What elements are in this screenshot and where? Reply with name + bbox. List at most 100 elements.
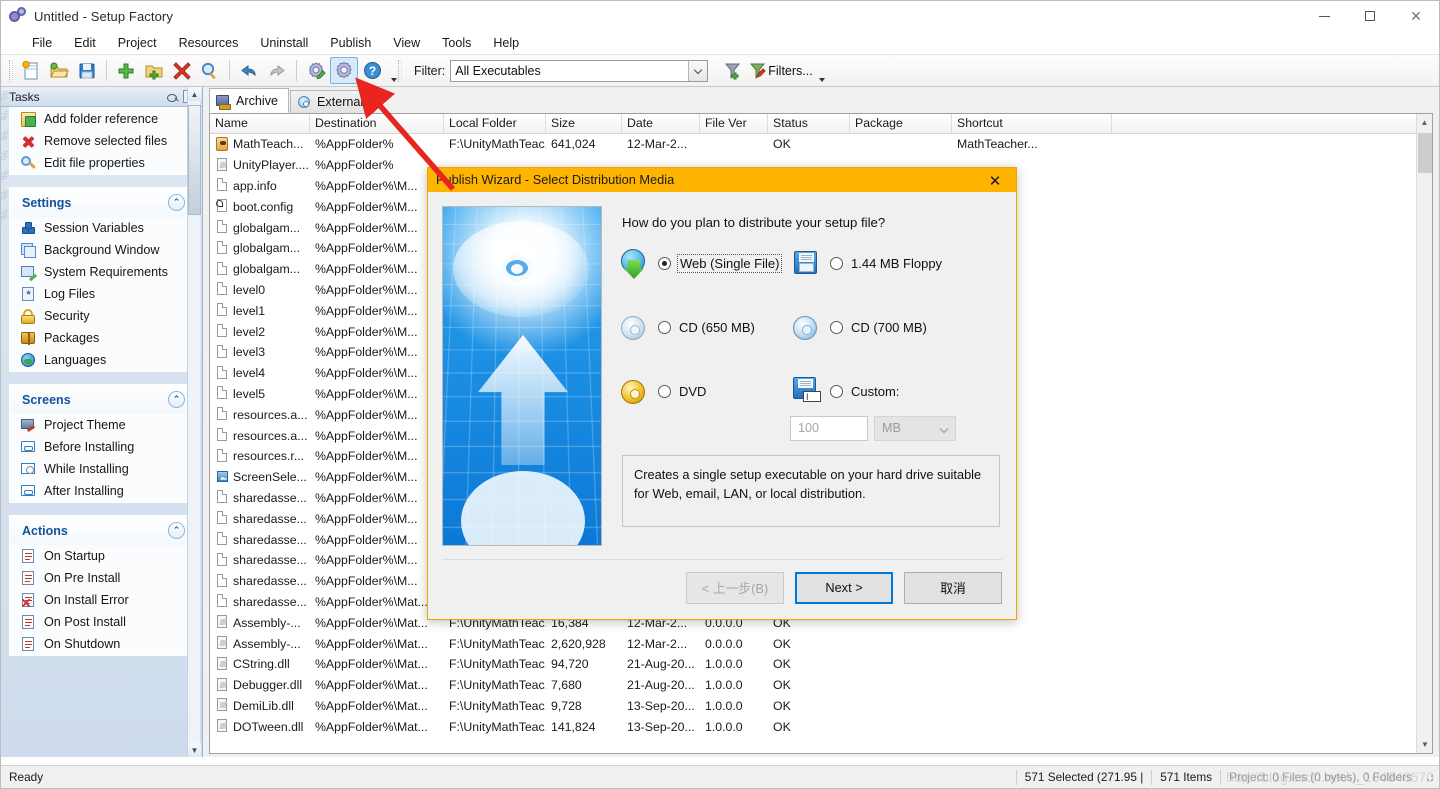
- build-settings-button[interactable]: [302, 57, 330, 84]
- column-header-file-ver[interactable]: File Ver: [700, 114, 768, 133]
- menu-publish[interactable]: Publish: [319, 34, 382, 52]
- radio-dvd[interactable]: [658, 385, 671, 399]
- column-header-date[interactable]: Date: [622, 114, 700, 133]
- sidebar-item-security[interactable]: Security: [10, 305, 191, 327]
- tasks-scrollbar[interactable]: ▲ ▼: [187, 87, 201, 757]
- toolbar-grip-2[interactable]: [398, 59, 402, 82]
- resize-grip-icon[interactable]: [1422, 770, 1436, 784]
- menu-resources[interactable]: Resources: [168, 34, 250, 52]
- sidebar-item-system-requirements[interactable]: System Requirements: [10, 261, 191, 283]
- file-list-scrollbar-thumb[interactable]: [1418, 133, 1432, 173]
- publish-wizard-button[interactable]: [330, 57, 358, 84]
- menu-project[interactable]: Project: [107, 34, 168, 52]
- tasks-scrollbar-thumb[interactable]: [188, 105, 201, 215]
- option-custom[interactable]: Custom:: [790, 376, 1002, 407]
- undo-button[interactable]: [235, 57, 263, 84]
- option-floppy[interactable]: 1.44 MB Floppy: [790, 249, 1002, 279]
- option-cd-700[interactable]: CD (700 MB): [790, 313, 1002, 343]
- table-row[interactable]: MathTeach... %AppFolder% F:\UnityMathTeac.…: [210, 134, 1432, 155]
- column-header-local-folder[interactable]: Local Folder: [444, 114, 546, 133]
- radio-floppy[interactable]: [830, 257, 843, 271]
- menu-file[interactable]: File: [21, 34, 63, 52]
- pin-icon[interactable]: [164, 89, 180, 104]
- radio-web[interactable]: [658, 257, 671, 271]
- table-row[interactable]: DOTween.dll %AppFolder%\Mat... F:\UnityMat…: [210, 716, 1432, 737]
- column-header-size[interactable]: Size: [546, 114, 622, 133]
- filter-combobox[interactable]: All Executables: [450, 59, 709, 82]
- filters-overflow-icon[interactable]: [819, 78, 825, 82]
- table-row[interactable]: Debugger.dll %AppFolder%\Mat... F:\UnityMa…: [210, 675, 1432, 696]
- close-button[interactable]: ✕: [1393, 1, 1439, 31]
- dialog-close-button[interactable]: ✕: [974, 168, 1016, 193]
- tab-external[interactable]: External: [290, 90, 375, 113]
- table-row[interactable]: Assembly-... %AppFolder%\Mat... F:\UnityMa…: [210, 633, 1432, 654]
- maximize-button[interactable]: [1347, 1, 1393, 31]
- add-filter-button[interactable]: [718, 57, 746, 84]
- minimize-button[interactable]: [1301, 1, 1347, 31]
- sidebar-item-packages[interactable]: Packages: [10, 327, 191, 349]
- sidebar-item-on-post-install[interactable]: On Post Install: [10, 611, 191, 633]
- toolbar-grip[interactable]: [9, 59, 13, 82]
- custom-unit-select[interactable]: MB: [874, 415, 956, 441]
- sidebar-item-add-folder-reference[interactable]: Add folder reference: [10, 108, 191, 130]
- option-dvd[interactable]: DVD: [618, 377, 790, 407]
- sidebar-item-on-startup[interactable]: On Startup: [10, 545, 191, 567]
- column-header-destination[interactable]: Destination: [310, 114, 444, 133]
- sidebar-item-before-installing[interactable]: Before Installing: [10, 436, 191, 458]
- chevron-up-icon[interactable]: ⌃: [168, 194, 185, 211]
- file-list-scrollbar[interactable]: ▲ ▼: [1416, 114, 1432, 753]
- menu-view[interactable]: View: [382, 34, 431, 52]
- column-header-name[interactable]: Name: [210, 114, 310, 133]
- option-web-single-file[interactable]: Web (Single File): [618, 248, 790, 279]
- help-button[interactable]: ?: [358, 57, 386, 84]
- actions-group-header[interactable]: Actions ⌃: [10, 516, 191, 545]
- scroll-down-icon[interactable]: ▼: [1417, 736, 1432, 753]
- sidebar-item-edit-file-properties[interactable]: Edit file properties: [10, 152, 191, 174]
- column-header-status[interactable]: Status: [768, 114, 850, 133]
- scroll-down-icon[interactable]: ▼: [188, 743, 201, 757]
- radio-cd650[interactable]: [658, 321, 671, 335]
- toolbar-overflow-icon[interactable]: [391, 78, 397, 82]
- tab-archive[interactable]: Archive: [209, 88, 289, 113]
- menu-edit[interactable]: Edit: [63, 34, 107, 52]
- back-button[interactable]: < 上一步(B): [686, 571, 784, 604]
- sidebar-item-remove-selected-files[interactable]: Remove selected files: [10, 130, 191, 152]
- chevron-down-icon[interactable]: [688, 60, 708, 81]
- option-cd-650[interactable]: CD (650 MB): [618, 313, 790, 343]
- add-folder-button[interactable]: [140, 57, 168, 84]
- screens-group-header[interactable]: Screens ⌃: [10, 385, 191, 414]
- menu-uninstall[interactable]: Uninstall: [249, 34, 319, 52]
- table-row[interactable]: CString.dll %AppFolder%\Mat... F:\UnityMat…: [210, 654, 1432, 675]
- save-project-button[interactable]: [73, 57, 101, 84]
- cancel-button[interactable]: 取消: [904, 571, 1002, 604]
- sidebar-item-languages[interactable]: Languages: [10, 349, 191, 371]
- scroll-up-icon[interactable]: ▲: [188, 87, 201, 101]
- sidebar-item-background-window[interactable]: Background Window: [10, 239, 191, 261]
- sidebar-item-log-files[interactable]: Log Files: [10, 283, 191, 305]
- sidebar-item-while-installing[interactable]: While Installing: [10, 458, 191, 480]
- open-project-button[interactable]: [45, 57, 73, 84]
- menu-help[interactable]: Help: [482, 34, 530, 52]
- table-row[interactable]: DemiLib.dll %AppFolder%\Mat... F:\UnityMat…: [210, 696, 1432, 717]
- remove-files-button[interactable]: [168, 57, 196, 84]
- new-project-button[interactable]: [17, 57, 45, 84]
- radio-custom[interactable]: [830, 385, 843, 399]
- file-properties-button[interactable]: [196, 57, 224, 84]
- column-header-shortcut[interactable]: Shortcut: [952, 114, 1112, 133]
- sidebar-item-on-pre-install[interactable]: On Pre Install: [10, 567, 191, 589]
- custom-size-input[interactable]: 100: [790, 415, 868, 441]
- add-files-button[interactable]: [112, 57, 140, 84]
- sidebar-item-session-variables[interactable]: Session Variables: [10, 217, 191, 239]
- menu-tools[interactable]: Tools: [431, 34, 482, 52]
- scroll-up-icon[interactable]: ▲: [1417, 114, 1432, 131]
- sidebar-item-project-theme[interactable]: Project Theme: [10, 414, 191, 436]
- sidebar-item-on-install-error[interactable]: On Install Error: [10, 589, 191, 611]
- sidebar-item-after-installing[interactable]: After Installing: [10, 480, 191, 502]
- chevron-up-icon[interactable]: ⌃: [168, 391, 185, 408]
- next-button[interactable]: Next >: [795, 571, 893, 604]
- filters-label[interactable]: Filters...: [768, 64, 812, 78]
- redo-button[interactable]: [263, 57, 291, 84]
- chevron-up-icon[interactable]: ⌃: [168, 522, 185, 539]
- column-header-package[interactable]: Package: [850, 114, 952, 133]
- radio-cd700[interactable]: [830, 321, 843, 335]
